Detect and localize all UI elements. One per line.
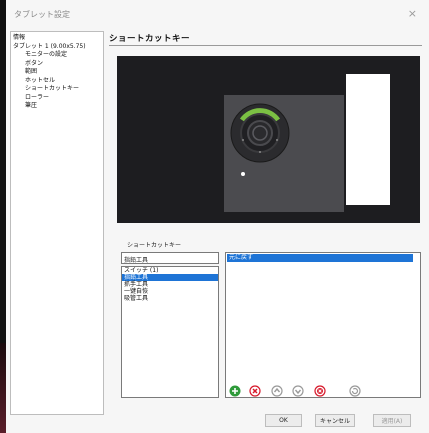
app-panel: 指鉛工具 スイッチ (1) 指鉛工具 抓手工具 一键自恢 吸管工具 ⋮ — [121, 252, 222, 398]
tablet-settings-window: タブレット設定 × 情報 タブレット 1 (9.00x5.75) モニターの設定… — [6, 0, 429, 433]
window-title: タブレット設定 — [14, 10, 70, 19]
title-bar: タブレット設定 × — [6, 0, 429, 32]
tree-item-shortcut[interactable]: ショートカットキー — [11, 85, 103, 94]
move-down-button[interactable] — [290, 383, 306, 399]
tree-item-pressure[interactable]: 筆圧 — [11, 102, 103, 111]
reset-button[interactable] — [347, 383, 363, 399]
app-list-item-selected[interactable]: 指鉛工具 — [122, 274, 218, 281]
cancel-button[interactable]: キャンセル — [315, 414, 355, 427]
tree-item-range[interactable]: 範囲 — [11, 68, 103, 77]
tree-item-monitor[interactable]: モニターの設定 — [11, 51, 103, 60]
indicator-dot — [241, 172, 245, 176]
tree-item-info[interactable]: 情報 — [11, 34, 103, 43]
app-list-item[interactable]: 吸管工具 — [122, 295, 218, 302]
shortcut-toolbar — [225, 383, 421, 401]
apply-button[interactable]: 適用(A) — [373, 414, 411, 427]
tablet-preview — [117, 56, 420, 223]
app-list-item[interactable]: 一键自恢 — [122, 288, 218, 295]
section-title: ショートカットキー — [109, 34, 191, 44]
settings-tree: 情報 タブレット 1 (9.00x5.75) モニターの設定 ボタン 範囲 ホッ… — [10, 31, 104, 415]
tree-item-hotcell[interactable]: ホットセル — [11, 77, 103, 86]
section-header: ショートカットキー — [109, 31, 422, 46]
move-up-icon — [271, 385, 283, 397]
dialog-buttons: OK キャンセル 適用(A) — [265, 414, 425, 428]
app-input[interactable]: 指鉛工具 — [121, 252, 219, 264]
shortcut-key-list[interactable]: 元に戻す — [225, 252, 421, 398]
delete-all-icon — [314, 385, 326, 397]
tree-item-roller[interactable]: ローラー — [11, 94, 103, 103]
dial-icon[interactable] — [229, 102, 291, 164]
tablet-screen — [346, 74, 390, 205]
tree-item-buttons[interactable]: ボタン — [11, 60, 103, 69]
tree-item-tablet[interactable]: タブレット 1 (9.00x5.75) — [11, 43, 103, 52]
add-icon — [229, 385, 241, 397]
shortcut-key-item[interactable]: 元に戻す — [227, 254, 413, 262]
close-icon[interactable]: × — [408, 7, 417, 20]
delete-button[interactable] — [247, 383, 263, 399]
splitter-handle[interactable]: ⋮ — [216, 320, 222, 327]
app-list[interactable]: スイッチ (1) 指鉛工具 抓手工具 一键自恢 吸管工具 ⋮ — [121, 266, 222, 398]
reset-icon — [349, 385, 361, 397]
add-button[interactable] — [227, 383, 243, 399]
move-up-button[interactable] — [269, 383, 285, 399]
app-list-item[interactable]: 抓手工具 — [122, 281, 218, 288]
delete-icon — [249, 385, 261, 397]
app-list-item[interactable]: スイッチ (1) — [122, 267, 218, 274]
move-down-icon — [292, 385, 304, 397]
shortcut-label: ショートカットキー — [127, 242, 182, 249]
delete-all-button[interactable] — [312, 383, 328, 399]
ok-button[interactable]: OK — [265, 414, 302, 427]
